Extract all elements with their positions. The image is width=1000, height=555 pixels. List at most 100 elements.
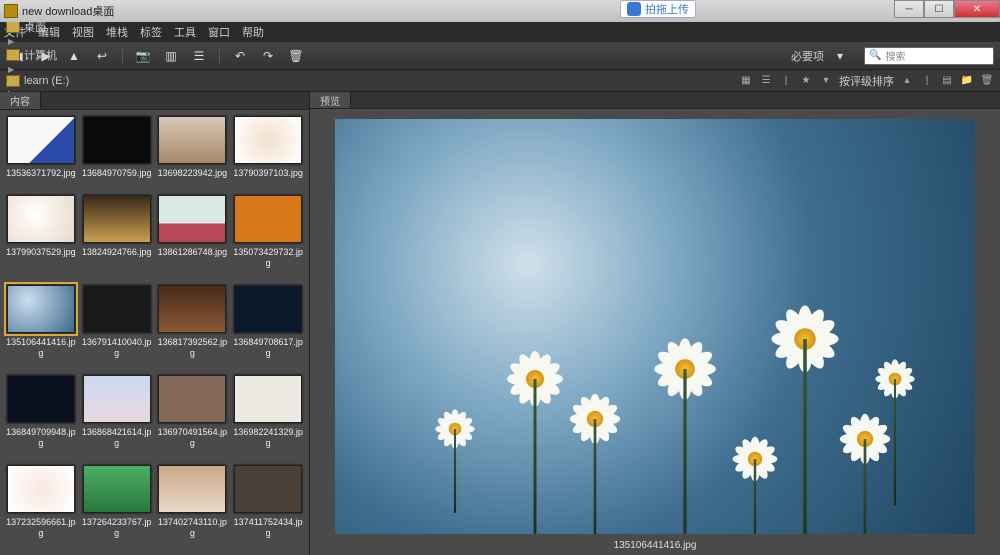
breadcrumb-separator [6,35,16,47]
breadcrumb-label: 计算机 [24,47,57,63]
app-icon [4,4,18,18]
folder-icon[interactable]: 📁 [960,74,974,88]
menu-help[interactable]: 帮助 [242,24,264,40]
thumbnail-filename: 13790397103.jpg [233,168,303,179]
thumbnail-filename: 136970491564.jpg [158,427,228,449]
thumbnail-filename: 137264233767.jpg [82,517,152,539]
workspace-dropdown-icon[interactable]: ▾ [828,46,852,66]
menubar: 文件 编辑 视图 堆栈 标签 工具 窗口 帮助 [0,22,1000,42]
toolbar: ◀ ▶ ▲ ↩ 📷 ▥ ☰ ↶ ↷ 🗑 必要项 ▾ 🔍 搜索 [0,42,1000,70]
preview-panel: 预览 135106441416.jpg [310,92,1000,555]
thumbnail[interactable]: 136868421614.jpg [82,375,152,459]
trash-button[interactable]: 🗑 [284,46,308,66]
maximize-button[interactable]: ☐ [924,0,954,18]
thumbnail[interactable]: 136982241329.jpg [233,375,303,459]
rotate-ccw-button[interactable]: ↶ [228,46,252,66]
thumbnail[interactable]: 13536371792.jpg [6,116,76,189]
search-icon: 🔍 [869,50,881,61]
thumbnail-image [83,195,151,243]
sort-asc-icon[interactable]: ▴ [900,74,914,88]
filter-icon[interactable]: ▤ [940,74,954,88]
thumbnail[interactable]: 13790397103.jpg [233,116,303,189]
thumbnail[interactable]: 135106441416.jpg [6,285,76,369]
menu-tools[interactable]: 工具 [174,24,196,40]
titlebar: new download桌面 拍拖上传 ─ ☐ ✕ [0,0,1000,22]
search-input[interactable]: 🔍 搜索 [864,47,994,65]
thumbnail-filename: 136791410040.jpg [82,337,152,359]
upload-label: 拍拖上传 [645,1,689,17]
thumbnail[interactable]: 13861286748.jpg [158,195,228,279]
preview-filename: 135106441416.jpg [310,538,1000,555]
thumbnail-image [7,375,75,423]
thumbnail[interactable]: 137411752434.jpg [233,465,303,549]
thumbnail[interactable]: 136849708617.jpg [233,285,303,369]
minimize-button[interactable]: ─ [894,0,924,18]
search-placeholder: 搜索 [885,48,905,63]
thumbnail-filename: 136849708617.jpg [233,337,303,359]
separator: | [920,74,934,88]
thumbnail[interactable]: 13799037529.jpg [6,195,76,279]
thumbnail-filename: 137232596661.jpg [6,517,76,539]
breadcrumb-item[interactable]: 计算机 [6,47,116,63]
thumbnail-filename: 13824924766.jpg [82,247,152,258]
star-icon[interactable]: ★ [799,74,813,88]
thumbnail[interactable]: 135073429732.jpg [233,195,303,279]
window-controls: ─ ☐ ✕ [894,0,1000,18]
thumbnail-filename: 13861286748.jpg [158,247,228,258]
sort-label[interactable]: 按评级排序 [839,73,894,89]
thumbnail-filename: 136817392562.jpg [158,337,228,359]
thumbnail[interactable]: 137232596661.jpg [6,465,76,549]
thumbnail[interactable]: 13698223942.jpg [158,116,228,189]
thumbnail-image [158,116,226,164]
thumbnail-image [234,195,302,243]
thumbnail-image [7,195,75,243]
preview-viewport[interactable] [310,109,1000,538]
separator [219,48,220,64]
breadcrumb-item[interactable]: learn (E:) [6,75,116,87]
refine-button[interactable]: ▥ [159,46,183,66]
rotate-cw-button[interactable]: ↷ [256,46,280,66]
reveal-button[interactable]: 📷 [131,46,155,66]
tab-content[interactable]: 内容 [0,92,41,109]
view-list-icon[interactable]: ☰ [759,74,773,88]
window-title: new download桌面 [22,3,114,19]
tab-preview[interactable]: 预览 [310,92,351,108]
chevron-down-icon[interactable]: ▾ [819,74,833,88]
folder-icon [6,21,20,33]
menu-window[interactable]: 窗口 [208,24,230,40]
content-area: 内容 13536371792.jpg13684970759.jpg1369822… [0,92,1000,555]
thumbnail[interactable]: 136791410040.jpg [82,285,152,369]
thumbnail[interactable]: 136970491564.jpg [158,375,228,459]
thumbnail-image [158,375,226,423]
separator [122,48,123,64]
view-grid-icon[interactable]: ▦ [739,74,753,88]
thumbnail-image [158,285,226,333]
thumbnail-filename: 13536371792.jpg [6,168,76,179]
menu-label[interactable]: 标签 [140,24,162,40]
right-panel-tabs: 预览 [310,92,1000,109]
thumbnail-image [158,195,226,243]
trash-icon[interactable]: 🗑 [980,74,994,88]
thumbnail-image [234,116,302,164]
thumbnail-image [7,285,75,333]
breadcrumb-separator [6,63,16,75]
thumbnail[interactable]: 136849709948.jpg [6,375,76,459]
content-panel: 内容 13536371792.jpg13684970759.jpg1369822… [0,92,310,555]
thumbnail-image [83,375,151,423]
thumbnail-filename: 137411752434.jpg [233,517,303,539]
thumbnail[interactable]: 137264233767.jpg [82,465,152,549]
close-button[interactable]: ✕ [954,0,1000,18]
thumbnail-filename: 136868421614.jpg [82,427,152,449]
thumbnail-image [7,465,75,513]
thumbnail[interactable]: 136817392562.jpg [158,285,228,369]
thumbnail[interactable]: 13684970759.jpg [82,116,152,189]
upload-button[interactable]: 拍拖上传 [620,0,696,18]
thumbnail[interactable]: 137402743110.jpg [158,465,228,549]
output-button[interactable]: ☰ [187,46,211,66]
thumbnail[interactable]: 13824924766.jpg [82,195,152,279]
workspace-label[interactable]: 必要项 [791,48,824,64]
breadcrumb-bar: 桌面计算机learn (E:)大四课程new download桌面 ▦ ☰ | … [0,70,1000,92]
thumbnail-image [83,465,151,513]
thumbnail-image [83,116,151,164]
thumbnail-grid[interactable]: 13536371792.jpg 13684970759.jpg1369822394… [0,110,309,555]
